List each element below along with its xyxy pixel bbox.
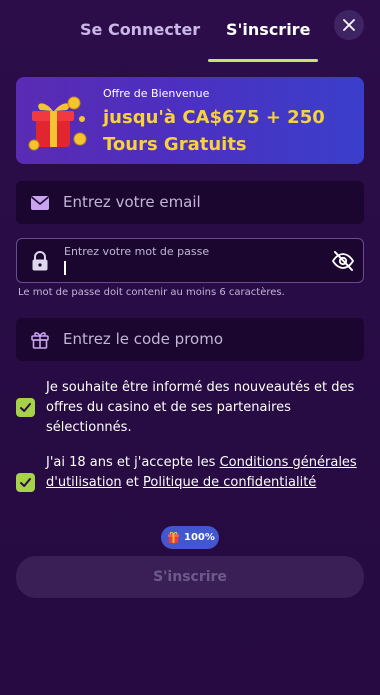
auth-tabs: Se Connecter S'inscrire (0, 0, 380, 64)
gift-box-icon (28, 96, 87, 151)
email-placeholder: Entrez votre email (63, 193, 201, 211)
gift-icon (31, 332, 49, 349)
tab-login[interactable]: Se Connecter (80, 20, 200, 39)
toggle-password-visibility-button[interactable] (331, 249, 355, 273)
password-hint: Le mot de passe doit contenir au moins 6… (18, 287, 285, 298)
newsletter-consent-text: Je souhaite être informé des nouveautés … (46, 380, 355, 435)
terms-text-before: J'ai 18 ans et j'accepte les (46, 455, 220, 470)
close-button[interactable] (334, 10, 364, 40)
progress-percent: 100% (184, 532, 215, 543)
privacy-policy-link[interactable]: Politique de confidentialité (143, 475, 316, 490)
password-label: Entrez votre mot de passe (64, 245, 210, 258)
text-caret (64, 261, 66, 275)
submit-label: S'inscrire (153, 569, 227, 585)
gift-small-icon (167, 531, 180, 544)
lock-icon (32, 251, 48, 271)
terms-consent-text: J'ai 18 ans et j'accepte les Conditions … (46, 453, 364, 493)
newsletter-consent: Je souhaite être informé des nouveautés … (16, 378, 364, 438)
promo-placeholder: Entrez le code promo (63, 330, 224, 348)
email-field[interactable]: Entrez votre email (16, 181, 364, 224)
signup-submit-button[interactable]: S'inscrire (16, 556, 364, 598)
checkmark-icon (20, 478, 31, 487)
promo-code-field[interactable]: Entrez le code promo (16, 318, 364, 361)
active-tab-indicator (208, 59, 318, 62)
progress-badge: 100% (161, 526, 219, 549)
terms-text-middle: et (121, 475, 144, 490)
banner-title: jusqu'à CA$675 + 250 Tours Gratuits (103, 107, 325, 155)
signup-screen: Se Connecter S'inscrire Offre de Bienven… (0, 0, 380, 695)
newsletter-checkbox[interactable] (16, 398, 35, 417)
eye-off-icon (331, 251, 355, 271)
checkmark-icon (20, 403, 31, 412)
password-field[interactable]: Entrez votre mot de passe (16, 238, 364, 283)
terms-checkbox[interactable] (16, 473, 35, 492)
envelope-icon (30, 196, 50, 210)
terms-consent: J'ai 18 ans et j'accepte les Conditions … (16, 453, 364, 513)
tab-signup[interactable]: S'inscrire (226, 20, 310, 39)
welcome-offer-banner[interactable]: Offre de Bienvenue jusqu'à CA$675 + 250 … (16, 77, 364, 164)
close-icon (343, 19, 355, 31)
banner-label: Offre de Bienvenue (103, 87, 210, 100)
